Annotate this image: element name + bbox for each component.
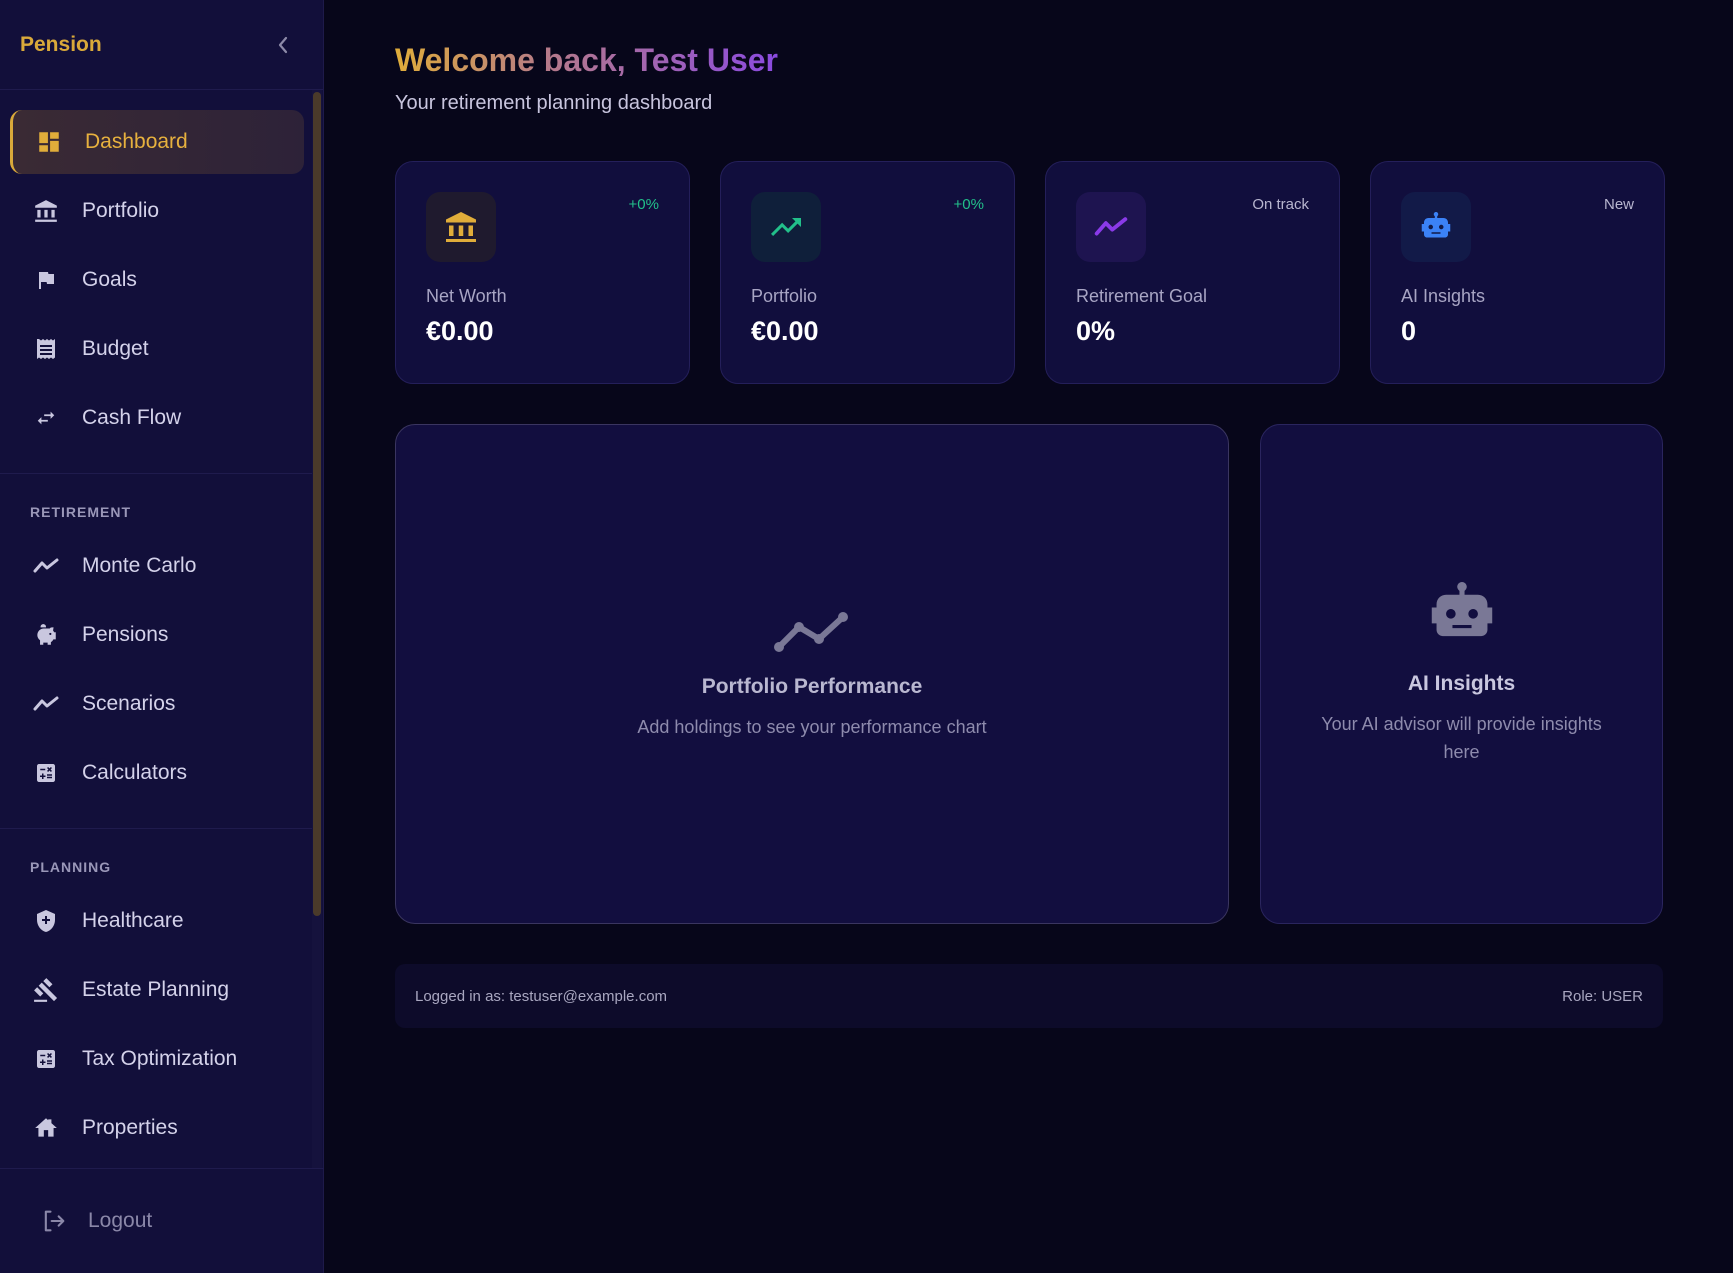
stat-label: Portfolio (751, 286, 818, 306)
sidebar-item-label: Cash Flow (82, 406, 182, 429)
swap-arrows-icon (32, 404, 60, 432)
section-label-planning: PLANNING (30, 859, 112, 875)
main-content: Welcome back, Test User Your retirement … (324, 0, 1733, 1273)
sidebar-item-label: Scenarios (82, 692, 176, 715)
stat-icon-container (751, 192, 821, 262)
logout-label: Logout (88, 1209, 153, 1232)
page-title: Welcome back, Test User (395, 42, 778, 78)
nav-group-retirement: RETIREMENT Monte Carlo Pensions Scenario… (0, 474, 314, 829)
stat-icon-container (426, 192, 496, 262)
stat-value: €0.00 (751, 316, 819, 346)
collapse-sidebar-button[interactable] (273, 35, 293, 55)
dashboard-icon (35, 128, 63, 156)
sidebar-item-properties[interactable]: Properties (10, 1096, 304, 1160)
stat-card-net-worth[interactable]: +0% Net Worth €0.00 (395, 161, 690, 384)
chevron-left-icon (278, 36, 288, 53)
stat-label: AI Insights (1401, 286, 1486, 306)
robot-icon (1421, 212, 1451, 238)
trending-up-icon (771, 218, 801, 236)
house-icon (32, 1114, 60, 1142)
flag-icon (32, 266, 60, 294)
sidebar-item-calculators[interactable]: Calculators (10, 741, 304, 805)
sidebar-item-goals[interactable]: Goals (10, 248, 304, 312)
sidebar-header: Pension (0, 0, 323, 90)
trend-line-icon (32, 552, 60, 580)
sidebar-item-label: Monte Carlo (82, 554, 197, 577)
receipt-icon (32, 335, 60, 363)
sidebar-item-label: Budget (82, 337, 149, 360)
sidebar-item-monte-carlo[interactable]: Monte Carlo (10, 534, 304, 598)
logout-icon (40, 1207, 68, 1235)
sidebar-item-label: Tax Optimization (82, 1047, 238, 1070)
robot-icon (1431, 582, 1492, 637)
sidebar-item-cash-flow[interactable]: Cash Flow (10, 386, 304, 450)
stat-value: €0.00 (426, 316, 494, 346)
piggy-bank-icon (32, 621, 60, 649)
sidebar-item-label: Estate Planning (82, 978, 230, 1001)
panel-title: Portfolio Performance (701, 675, 923, 698)
bank-icon (446, 212, 476, 242)
sidebar-item-scenarios[interactable]: Scenarios (10, 672, 304, 736)
calculator-icon (32, 1045, 60, 1073)
panel-empty-text: Your AI advisor will provide insights he… (1321, 714, 1602, 762)
stat-badge: New (1603, 196, 1634, 213)
stat-card-portfolio[interactable]: +0% Portfolio €0.00 (720, 161, 1015, 384)
nav-group-planning: PLANNING Healthcare Estate Planning Tax … (0, 829, 314, 1168)
stat-badge: +0% (953, 196, 984, 213)
panel-title: AI Insights (1407, 672, 1516, 695)
sidebar-item-estate-planning[interactable]: Estate Planning (10, 958, 304, 1022)
user-role: Role: USER (1562, 987, 1643, 1005)
bank-icon (32, 197, 60, 225)
sidebar-footer: Logout (0, 1168, 324, 1273)
sidebar-item-dashboard[interactable]: Dashboard (10, 110, 304, 174)
stat-icon-container (1076, 192, 1146, 262)
stat-label: Retirement Goal (1076, 286, 1208, 306)
stat-value: 0% (1076, 316, 1116, 346)
stat-badge: On track (1252, 196, 1309, 213)
sidebar-item-label: Properties (82, 1116, 178, 1139)
sidebar-item-portfolio[interactable]: Portfolio (10, 179, 304, 243)
stat-card-ai-insights[interactable]: New AI Insights 0 (1370, 161, 1665, 384)
sidebar: Pension Dashboard Portfolio Goals Budget… (0, 0, 324, 1273)
sidebar-item-label: Goals (82, 268, 137, 291)
page-subtitle: Your retirement planning dashboard (395, 92, 713, 114)
sidebar-item-pensions[interactable]: Pensions (10, 603, 304, 667)
trend-line-icon (32, 690, 60, 718)
section-label-retirement: RETIREMENT (30, 504, 131, 520)
sidebar-item-tax-optimization[interactable]: Tax Optimization (10, 1027, 304, 1091)
sidebar-item-label: Calculators (82, 761, 188, 784)
gavel-icon (32, 976, 60, 1004)
shield-plus-icon (32, 907, 60, 935)
stat-badge: +0% (628, 196, 659, 213)
logout-button[interactable]: Logout (40, 1207, 152, 1235)
brand-logo[interactable]: Pension (20, 33, 102, 57)
sidebar-item-budget[interactable]: Budget (10, 317, 304, 381)
calculator-icon (32, 759, 60, 787)
sidebar-item-label: Pensions (82, 623, 169, 646)
portfolio-performance-panel: Portfolio Performance Add holdings to se… (395, 424, 1229, 924)
sidebar-item-label: Healthcare (82, 909, 184, 932)
sidebar-item-healthcare[interactable]: Healthcare (10, 889, 304, 953)
trend-line-icon (774, 612, 848, 652)
sidebar-nav: Dashboard Portfolio Goals Budget Cash Fl… (0, 90, 324, 1168)
sidebar-item-label: Dashboard (85, 130, 188, 153)
ai-insights-panel: AI Insights Your AI advisor will provide… (1260, 424, 1663, 924)
trend-line-icon (1094, 217, 1128, 236)
session-info-bar: Logged in as: testuser@example.com Role:… (395, 964, 1663, 1028)
nav-group-main: Dashboard Portfolio Goals Budget Cash Fl… (0, 90, 314, 474)
stat-card-retirement-goal[interactable]: On track Retirement Goal 0% (1045, 161, 1340, 384)
sidebar-item-label: Portfolio (82, 199, 160, 222)
stats-row: +0% Net Worth €0.00 +0% Portfolio €0.00 … (395, 161, 1665, 384)
logged-in-as: Logged in as: testuser@example.com (415, 987, 668, 1005)
panel-empty-text: Add holdings to see your performance cha… (637, 717, 987, 737)
stat-value: 0 (1401, 316, 1417, 346)
sidebar-scrollbar-thumb[interactable] (313, 92, 321, 916)
stat-label: Net Worth (426, 286, 507, 306)
stat-icon-container (1401, 192, 1471, 262)
